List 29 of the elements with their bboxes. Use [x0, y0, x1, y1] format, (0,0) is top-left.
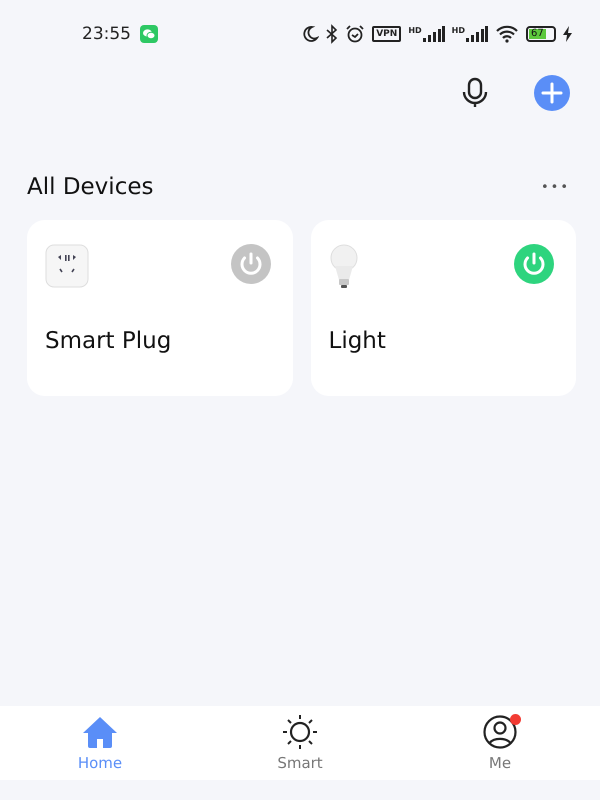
network-label: HD: [452, 26, 465, 35]
tab[interactable]: Smart: [200, 706, 400, 780]
chat-app-icon: [140, 25, 158, 43]
device-name: Smart Plug: [45, 328, 172, 354]
moon-icon: [301, 25, 320, 43]
section-title: All Devices: [27, 174, 154, 200]
vpn-indicator: VPN: [372, 26, 402, 42]
signal-icon: [466, 26, 488, 42]
device-name: Light: [328, 328, 386, 354]
signal-icon: [422, 26, 445, 42]
device-card[interactable]: Light: [310, 220, 576, 396]
tab[interactable]: Me: [400, 706, 600, 780]
home-icon: [82, 716, 118, 748]
add-icon[interactable]: [534, 75, 570, 111]
alarm-icon: [345, 24, 366, 44]
charging-icon: [563, 26, 572, 42]
device-card[interactable]: Smart Plug: [27, 220, 292, 396]
network-label: HD: [408, 26, 422, 35]
battery-indicator: 67: [526, 26, 556, 42]
profile-icon: [483, 715, 517, 749]
power-toggle[interactable]: [230, 244, 270, 284]
sun-icon: [282, 714, 318, 750]
status-time: 23:55: [82, 24, 131, 44]
microphone-icon[interactable]: [462, 77, 488, 109]
bluetooth-icon: [326, 24, 338, 44]
power-toggle[interactable]: [514, 244, 554, 284]
more-button[interactable]: •••: [540, 180, 570, 194]
wifi-icon: [495, 25, 519, 43]
socket-icon: [45, 244, 89, 288]
